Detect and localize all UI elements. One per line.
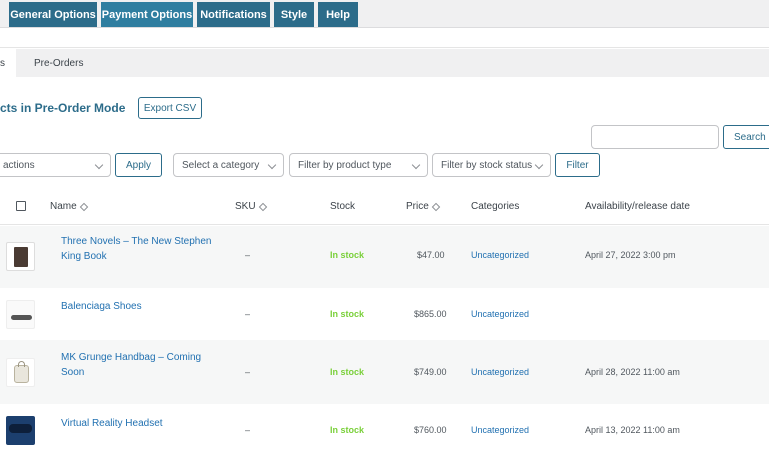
filter-button[interactable]: Filter	[555, 153, 600, 177]
column-price[interactable]: Price	[406, 201, 441, 212]
price-value: $865.00	[414, 309, 447, 319]
tab-payment-options[interactable]: Payment Options	[101, 2, 193, 27]
bulk-actions-value: actions	[3, 159, 35, 171]
column-availability-label: Availability/release date	[585, 201, 690, 212]
product-thumbnail	[6, 242, 35, 271]
chevron-down-icon	[94, 160, 104, 170]
sub-tab-products[interactable]: s	[0, 49, 16, 77]
stock-status-filter-select[interactable]: Filter by stock status	[432, 153, 551, 177]
image-column-icon	[16, 201, 26, 211]
chevron-down-icon	[267, 160, 277, 170]
category-filter-value: Select a category	[182, 159, 260, 171]
product-name-line: Balenciaga Shoes	[61, 301, 142, 312]
table-header: Name SKU Stock Price Categories Availabi…	[0, 189, 769, 225]
product-name-line: MK Grunge Handbag – Coming	[61, 352, 202, 363]
search-input[interactable]	[591, 125, 719, 149]
column-name-label: Name	[50, 201, 77, 212]
column-stock: Stock	[330, 201, 355, 212]
category-link[interactable]: Uncategorized	[471, 309, 529, 319]
price-value: $749.00	[414, 367, 447, 377]
product-type-filter-select[interactable]: Filter by product type	[289, 153, 428, 177]
export-csv-button[interactable]: Export CSV	[138, 97, 202, 119]
sort-icon	[431, 202, 441, 211]
availability-date: April 13, 2022 11:00 am	[585, 425, 680, 435]
availability-date: April 28, 2022 11:00 am	[585, 367, 680, 377]
sku-value: –	[245, 250, 251, 260]
chevron-down-icon	[411, 160, 421, 170]
stock-status-filter-value: Filter by stock status	[441, 159, 533, 171]
table-row: Balenciaga Shoes – In stock $865.00 Unca…	[0, 288, 769, 340]
tab-style[interactable]: Style	[274, 2, 314, 27]
sku-value: –	[245, 309, 251, 319]
price-value: $760.00	[414, 425, 447, 435]
tab-help[interactable]: Help	[318, 2, 358, 27]
table-row: Three Novels – The New Stephen King Book…	[0, 226, 769, 288]
column-sku[interactable]: SKU	[235, 201, 267, 212]
tab-general-options[interactable]: General Options	[9, 2, 97, 27]
spacer-strip	[0, 28, 769, 48]
product-name-line: Soon	[61, 367, 85, 378]
availability-date: April 27, 2022 3:00 pm	[585, 250, 676, 260]
column-name[interactable]: Name	[50, 201, 88, 212]
category-filter-select[interactable]: Select a category	[173, 153, 284, 177]
sort-icon	[258, 202, 267, 211]
price-value: $47.00	[417, 250, 445, 260]
sku-value: –	[245, 425, 251, 435]
stock-status: In stock	[330, 309, 365, 319]
column-categories: Categories	[471, 201, 519, 212]
stock-status: In stock	[330, 425, 365, 435]
product-name-link[interactable]: Balenciaga Shoes	[61, 299, 221, 314]
column-categories-label: Categories	[471, 201, 520, 212]
page-title: cts in Pre-Order Mode	[0, 101, 126, 115]
search-button[interactable]: Search p	[723, 125, 769, 149]
sort-icon	[79, 202, 88, 211]
table-row: Virtual Reality Headset – In stock $760.…	[0, 404, 769, 452]
product-type-filter-value: Filter by product type	[298, 159, 392, 171]
product-thumbnail	[6, 416, 35, 445]
sub-tab-bar: s Pre-Orders	[0, 49, 769, 77]
product-name-line: King Book	[61, 251, 107, 262]
column-stock-label: Stock	[330, 201, 356, 212]
product-name-line: Three Novels – The New Stephen	[61, 236, 212, 247]
product-name-link[interactable]: MK Grunge Handbag – Coming Soon	[61, 350, 221, 380]
product-name-link[interactable]: Virtual Reality Headset	[61, 416, 221, 431]
category-link[interactable]: Uncategorized	[471, 367, 529, 377]
tab-notifications[interactable]: Notifications	[197, 2, 270, 27]
settings-tab-bar: General Options Payment Options Notifica…	[0, 0, 769, 28]
product-thumbnail	[6, 300, 35, 329]
category-link[interactable]: Uncategorized	[471, 250, 529, 260]
bulk-actions-select[interactable]: actions	[0, 153, 111, 177]
stock-status: In stock	[330, 367, 365, 377]
product-thumbnail	[6, 358, 35, 387]
apply-button[interactable]: Apply	[115, 153, 162, 177]
category-link[interactable]: Uncategorized	[471, 425, 529, 435]
stock-status: In stock	[330, 250, 365, 260]
sku-value: –	[245, 367, 251, 377]
column-sku-label: SKU	[235, 201, 256, 212]
column-price-label: Price	[406, 201, 429, 212]
sub-tab-pre-orders[interactable]: Pre-Orders	[34, 49, 83, 77]
chevron-down-icon	[534, 160, 544, 170]
table-row: MK Grunge Handbag – Coming Soon – In sto…	[0, 340, 769, 404]
product-name-link[interactable]: Three Novels – The New Stephen King Book	[61, 234, 221, 264]
column-availability: Availability/release date	[585, 201, 690, 212]
product-name-line: Virtual Reality Headset	[61, 418, 163, 429]
